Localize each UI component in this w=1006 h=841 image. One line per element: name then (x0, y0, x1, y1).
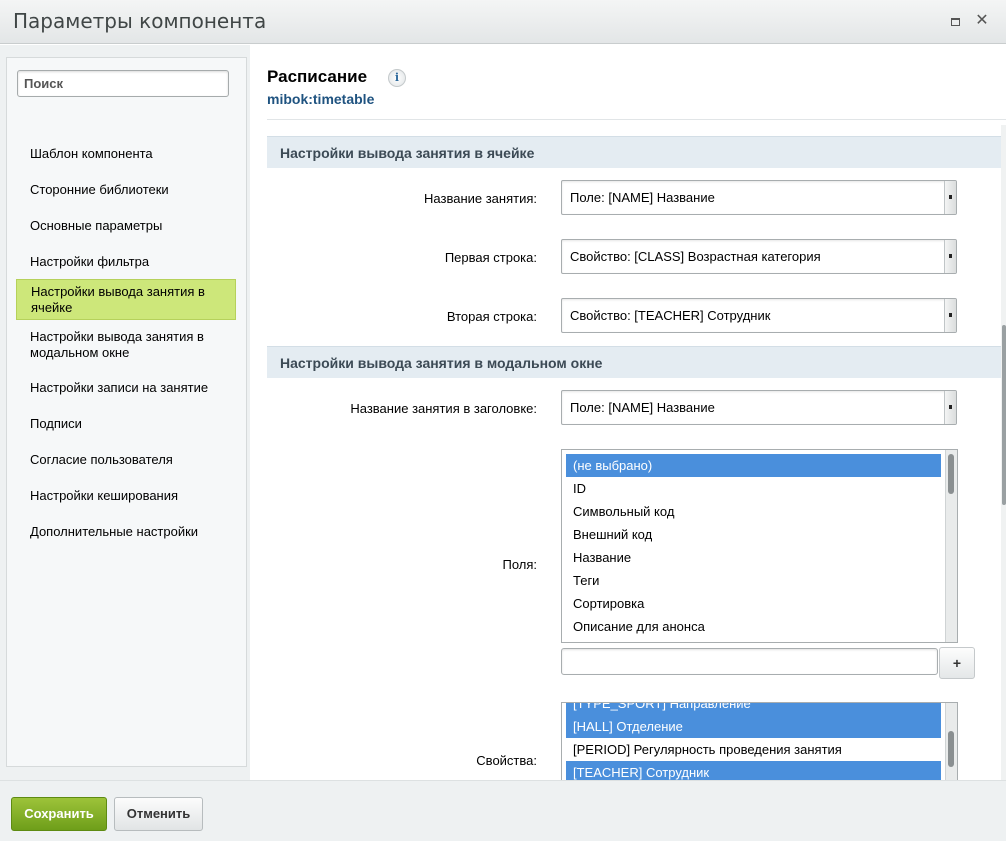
sidebar-item-label: Согласие пользователя (30, 452, 173, 467)
dropdown-arrow-icon (944, 299, 956, 332)
list-option[interactable]: Символьный код (566, 500, 941, 523)
sidebar-item-template[interactable]: Шаблон компонента (16, 142, 236, 166)
settings-panel: Расписание i mibok:timetable Настройки в… (250, 45, 1006, 780)
info-icon[interactable]: i (388, 69, 406, 87)
close-icon[interactable]: ✕ (972, 12, 992, 32)
panel-scrollbar[interactable] (1001, 125, 1006, 825)
list-option[interactable]: [TYPE_SPORT] Направление (566, 703, 941, 715)
list-option[interactable]: (не выбрано) (566, 454, 941, 477)
sidebar-item-filter[interactable]: Настройки фильтра (16, 250, 236, 274)
section-header-cell: Настройки вывода занятия в ячейке (267, 136, 1002, 168)
list-option[interactable]: [HALL] Отделение (566, 715, 941, 738)
sidebar-item-label: Основные параметры (30, 218, 163, 233)
dropdown-arrow-icon (944, 181, 956, 214)
field-label-lesson-name: Название занятия: (424, 191, 537, 206)
divider (267, 119, 1006, 120)
sidebar: Шаблон компонента Сторонние библиотеки О… (6, 57, 247, 767)
sidebar-item-label: Настройки кеширования (30, 488, 179, 503)
add-field-button[interactable]: + (939, 647, 975, 679)
list-option[interactable]: Название (566, 546, 941, 569)
list-option[interactable]: Теги (566, 569, 941, 592)
select-value: Поле: [NAME] Название (570, 400, 715, 415)
add-field-input[interactable] (561, 648, 938, 675)
section-header-modal: Настройки вывода занятия в модальном окн… (267, 346, 1002, 378)
sidebar-item-main-params[interactable]: Основные параметры (16, 214, 236, 238)
listbox-scrollbar[interactable] (945, 703, 957, 780)
field-label-second-line: Вторая строка: (446, 309, 537, 324)
fields-multiselect[interactable]: (не выбрано) ID Символьный код Внешний к… (561, 449, 958, 643)
sidebar-item-label: Настройки вывода занятия в ячейке (31, 283, 205, 315)
sidebar-item-label: Настройки вывода занятия в модальном окн… (30, 329, 204, 360)
dropdown-arrow-icon (944, 391, 956, 424)
select-value: Поле: [NAME] Название (570, 190, 715, 205)
field-label-modal-title: Название занятия в заголовке: (350, 401, 537, 416)
sidebar-item-label: Сторонние библиотеки (30, 182, 169, 197)
lesson-name-select[interactable]: Поле: [NAME] Название (561, 180, 957, 215)
sidebar-item-label: Настройки фильтра (30, 254, 150, 269)
sidebar-item-modal-output[interactable]: Настройки вывода занятия в модальном окн… (16, 327, 236, 363)
sidebar-item-additional[interactable]: Дополнительные настройки (16, 520, 236, 544)
listbox-scrollbar[interactable] (945, 450, 957, 642)
sidebar-item-captions[interactable]: Подписи (16, 412, 236, 436)
field-label-properties: Свойства: (476, 753, 537, 768)
sidebar-item-libraries[interactable]: Сторонние библиотеки (16, 178, 236, 202)
component-title: Расписание (267, 67, 368, 86)
select-value: Свойство: [TEACHER] Сотрудник (570, 308, 771, 323)
list-option[interactable]: Описание для анонса (566, 615, 941, 638)
cancel-button[interactable]: Отменить (114, 797, 203, 831)
window-titlebar: Параметры компонента ✕ (0, 0, 1006, 44)
search-input[interactable] (17, 70, 229, 97)
sidebar-item-enrollment[interactable]: Настройки записи на занятие (16, 376, 236, 400)
sidebar-item-cell-output[interactable]: Настройки вывода занятия в ячейке (16, 279, 236, 320)
first-line-select[interactable]: Свойство: [CLASS] Возрастная категория (561, 239, 957, 274)
field-label-fields: Поля: (502, 557, 537, 572)
save-button[interactable]: Сохранить (11, 797, 107, 831)
sidebar-item-caching[interactable]: Настройки кеширования (16, 484, 236, 508)
modal-title-select[interactable]: Поле: [NAME] Название (561, 390, 957, 425)
second-line-select[interactable]: Свойство: [TEACHER] Сотрудник (561, 298, 957, 333)
window-title: Параметры компонента (13, 9, 267, 33)
list-option[interactable]: Внешний код (566, 523, 941, 546)
list-option[interactable]: Сортировка (566, 592, 941, 615)
properties-multiselect[interactable]: [TYPE_SPORT] Направление [HALL] Отделени… (561, 702, 958, 780)
list-option[interactable]: [PERIOD] Регулярность проведения занятия (566, 738, 941, 761)
dialog-content: Шаблон компонента Сторонние библиотеки О… (0, 45, 1006, 825)
sidebar-item-label: Подписи (30, 416, 82, 431)
dialog-footer: Сохранить Отменить (0, 780, 1006, 841)
sidebar-item-label: Настройки записи на занятие (30, 380, 209, 395)
dropdown-arrow-icon (944, 240, 956, 273)
sidebar-item-user-consent[interactable]: Согласие пользователя (16, 448, 236, 472)
sidebar-item-label: Дополнительные настройки (30, 524, 199, 539)
list-option[interactable]: [TEACHER] Сотрудник (566, 761, 941, 780)
maximize-icon[interactable] (945, 12, 965, 32)
sidebar-item-label: Шаблон компонента (30, 146, 153, 161)
list-option[interactable]: ID (566, 477, 941, 500)
field-label-first-line: Первая строка: (444, 250, 537, 265)
component-code: mibok:timetable (267, 91, 375, 107)
select-value: Свойство: [CLASS] Возрастная категория (570, 249, 821, 264)
